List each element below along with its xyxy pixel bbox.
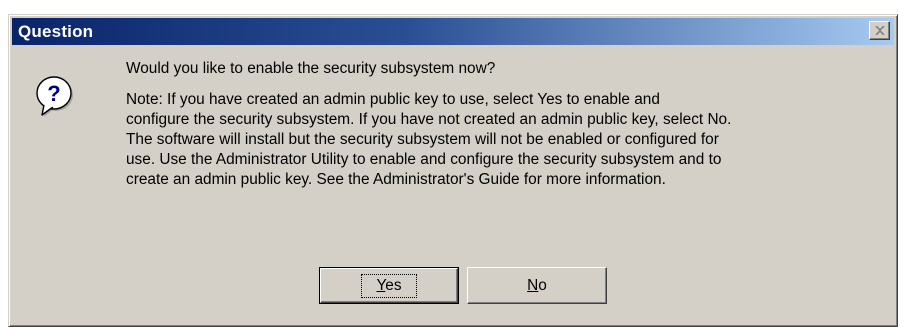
close-button[interactable] (869, 21, 890, 40)
no-mnemonic: N (527, 276, 539, 294)
question-icon: ? (35, 75, 75, 119)
message-area: Would you like to enable the security su… (126, 59, 896, 190)
yes-button-label: Yes (361, 273, 417, 298)
title-bar[interactable]: Question (12, 18, 894, 45)
no-button-label: No (527, 277, 547, 295)
svg-text:?: ? (47, 81, 60, 106)
no-label-rest: o (538, 276, 547, 294)
no-button[interactable]: No (467, 267, 607, 304)
question-dialog: Question ? Would you like to enable the … (8, 14, 898, 327)
yes-mnemonic: Y (376, 276, 386, 294)
note-text: Note: If you have created an admin publi… (126, 91, 732, 188)
yes-label-rest: es (385, 276, 402, 294)
close-icon (874, 26, 885, 35)
dialog-title: Question (18, 21, 94, 41)
yes-button[interactable]: Yes (319, 267, 459, 304)
question-text: Would you like to enable the security su… (126, 60, 496, 77)
